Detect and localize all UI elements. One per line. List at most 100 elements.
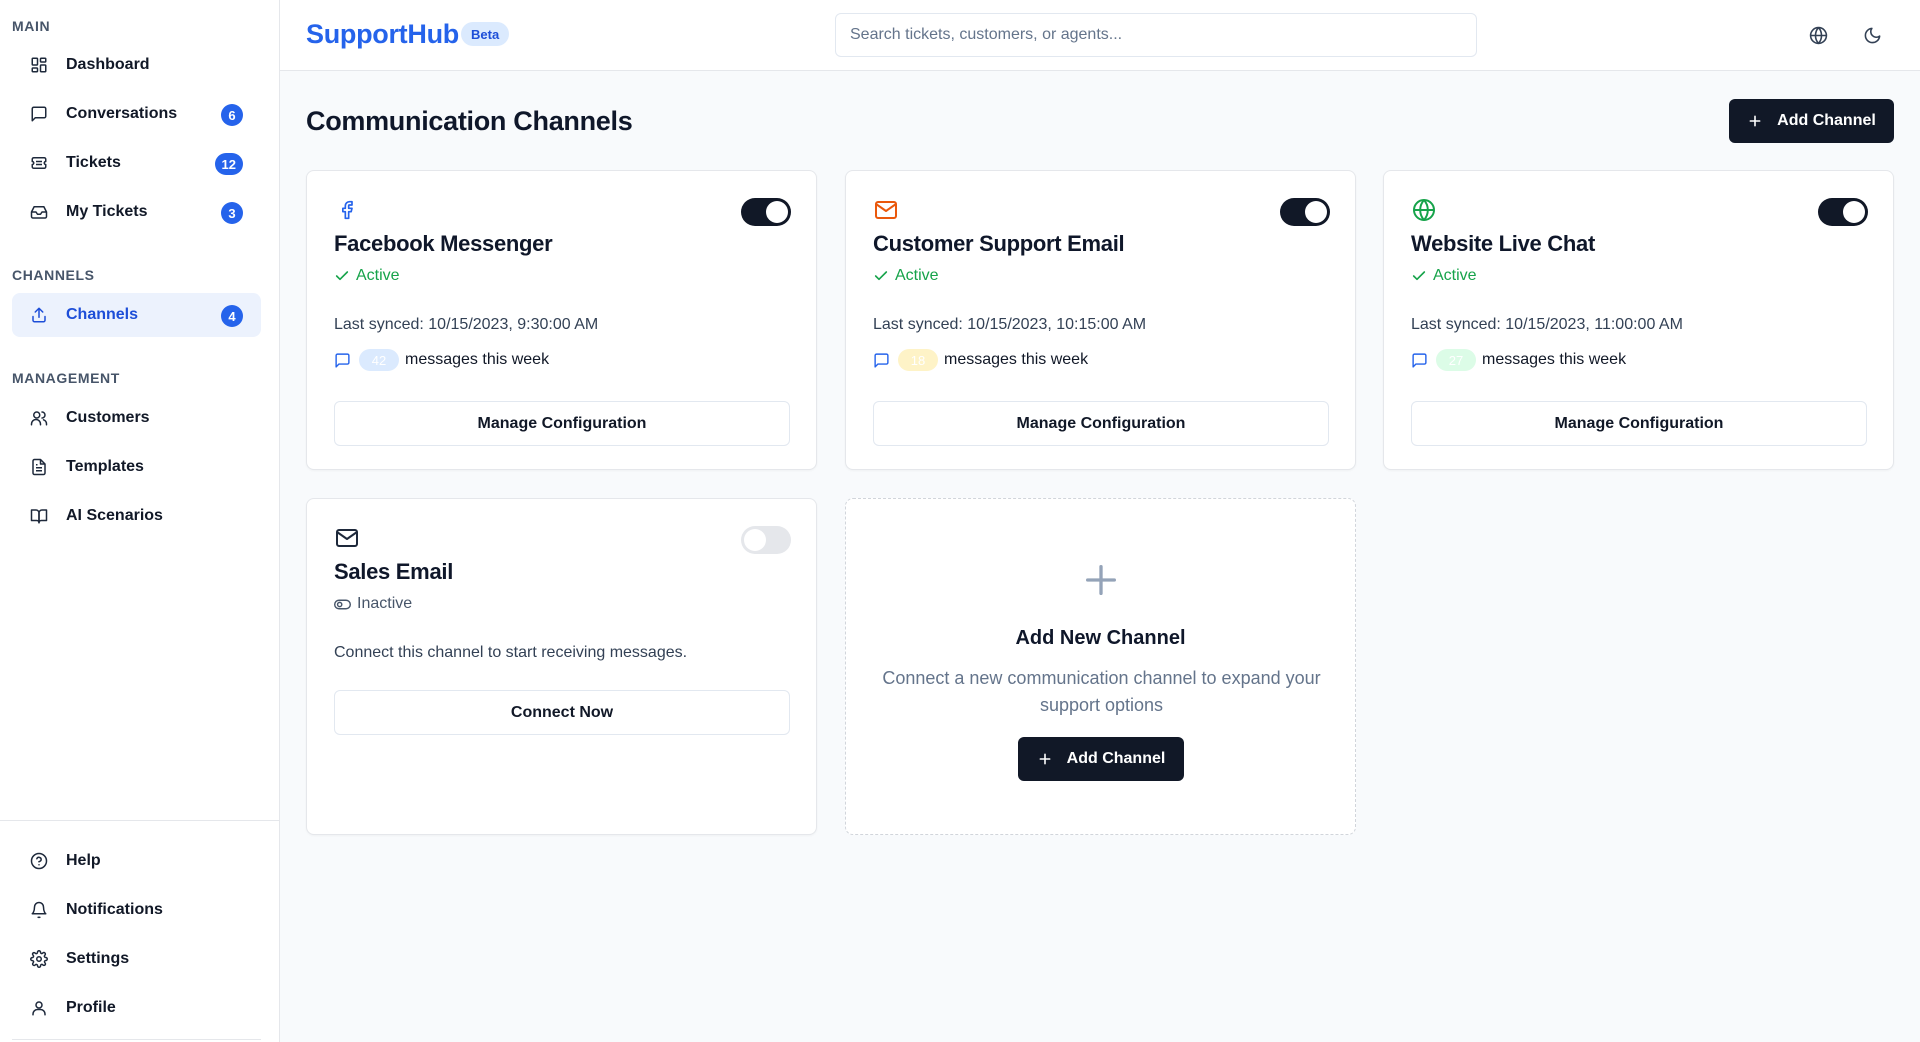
- sidebar-item-label: Settings: [66, 950, 130, 967]
- channel-name: Sales Email: [334, 559, 453, 584]
- sidebar-item-label: My Tickets: [66, 203, 148, 220]
- connect-now-button[interactable]: Connect Now: [334, 690, 790, 735]
- messages-suffix: messages this week: [944, 351, 1089, 368]
- message-count: 42: [359, 349, 399, 371]
- count-badge: 12: [214, 153, 243, 175]
- chat-bubble-icon: [29, 104, 49, 124]
- last-synced: Last synced: 10/15/2023, 10:15:00 AM: [873, 316, 1147, 333]
- add-channel-button[interactable]: Add Channel: [1729, 99, 1894, 143]
- channel-toggle[interactable]: [1818, 198, 1868, 226]
- channel-toggle[interactable]: [1280, 198, 1330, 226]
- sidebar-item-ai-scenarios[interactable]: AI Scenarios: [12, 494, 261, 538]
- add-channel-label: Add Channel: [1066, 750, 1166, 767]
- book-open-icon: [29, 506, 49, 526]
- channel-card-website-live-chat: Website Live Chat Active Last synced: 10…: [1383, 170, 1894, 470]
- status-text: Active: [1433, 267, 1477, 284]
- top-header: SupportHub Beta: [280, 0, 1920, 71]
- sidebar-item-label: AI Scenarios: [66, 507, 163, 524]
- plus-icon: [1037, 751, 1053, 767]
- add-channel-label: Add Channel: [1777, 112, 1876, 129]
- count-badge: 4: [221, 305, 243, 327]
- main-content: Communication Channels Add Channel Faceb…: [280, 71, 1920, 1042]
- toggle-off-icon: [334, 596, 351, 613]
- channel-toggle[interactable]: [741, 526, 791, 554]
- plus-icon: [1079, 558, 1123, 602]
- section-label-management: MANAGEMENT: [12, 370, 120, 386]
- users-icon: [29, 408, 49, 428]
- messages-summary: 18 messages this week: [873, 349, 1088, 371]
- globe-icon[interactable]: [1805, 22, 1831, 48]
- add-channel-button[interactable]: Add Channel: [1018, 737, 1184, 781]
- message-icon: [334, 352, 351, 369]
- channel-name: Customer Support Email: [873, 231, 1125, 256]
- sidebar-item-profile[interactable]: Profile: [12, 986, 261, 1030]
- messages-summary: 27 messages this week: [1411, 349, 1626, 371]
- sidebar-item-notifications[interactable]: Notifications: [12, 888, 261, 932]
- sidebar-item-customers[interactable]: Customers: [12, 396, 261, 440]
- plus-icon: [1747, 113, 1763, 129]
- manage-configuration-button[interactable]: Manage Configuration: [873, 401, 1329, 446]
- sidebar-item-templates[interactable]: Templates: [12, 445, 261, 489]
- globe-icon: [1411, 197, 1437, 223]
- check-icon: [1411, 268, 1427, 284]
- toggle-knob: [1305, 201, 1327, 223]
- mail-icon: [334, 525, 360, 551]
- document-icon: [29, 457, 49, 477]
- sidebar-item-label: Conversations: [66, 105, 178, 122]
- toggle-knob: [766, 201, 788, 223]
- status-text: Active: [356, 267, 400, 284]
- channel-card-facebook-messenger: Facebook Messenger Active Last synced: 1…: [306, 170, 817, 470]
- status-badge: Active: [873, 267, 939, 285]
- dashboard-icon: [29, 55, 49, 75]
- manage-configuration-button[interactable]: Manage Configuration: [1411, 401, 1867, 446]
- status-badge: Active: [334, 267, 400, 285]
- channel-card-sales-email: Sales Email Inactive Connect this channe…: [306, 498, 817, 835]
- status-text: Inactive: [357, 595, 413, 612]
- channel-name: Facebook Messenger: [334, 231, 553, 256]
- user-icon: [29, 998, 49, 1018]
- section-label-channels: CHANNELS: [12, 267, 95, 283]
- sidebar-item-conversations[interactable]: Conversations 6: [12, 92, 261, 136]
- facebook-icon: [334, 197, 360, 223]
- check-icon: [334, 268, 350, 284]
- channel-toggle[interactable]: [741, 198, 791, 226]
- channel-name: Website Live Chat: [1411, 231, 1595, 256]
- status-text: Active: [895, 267, 939, 284]
- sidebar-item-label: Channels: [66, 306, 139, 323]
- last-synced: Last synced: 10/15/2023, 9:30:00 AM: [334, 316, 599, 333]
- sidebar-item-label: Tickets: [66, 154, 121, 171]
- channel-card-customer-support-email: Customer Support Email Active Last synce…: [845, 170, 1356, 470]
- moon-icon[interactable]: [1859, 22, 1885, 48]
- count-badge: 3: [221, 202, 243, 224]
- message-count: 18: [898, 349, 938, 371]
- gear-icon: [29, 949, 49, 969]
- sidebar-divider: [0, 820, 280, 821]
- sidebar: MAIN Dashboard Conversations 6 Tickets 1…: [0, 0, 280, 1042]
- search-input[interactable]: [835, 13, 1477, 57]
- sidebar-divider: [12, 1039, 261, 1040]
- ticket-icon: [29, 153, 49, 173]
- messages-suffix: messages this week: [1482, 351, 1627, 368]
- sidebar-item-help[interactable]: Help: [12, 839, 261, 883]
- help-circle-icon: [29, 851, 49, 871]
- message-icon: [1411, 352, 1428, 369]
- manage-configuration-button[interactable]: Manage Configuration: [334, 401, 790, 446]
- section-label-main: MAIN: [12, 18, 51, 34]
- sidebar-item-label: Profile: [66, 999, 116, 1016]
- add-new-channel-card[interactable]: Add New Channel Connect a new communicat…: [845, 498, 1356, 835]
- app-logo[interactable]: SupportHub: [306, 19, 459, 50]
- page-title: Communication Channels: [306, 106, 633, 136]
- sidebar-item-label: Dashboard: [66, 56, 150, 73]
- sidebar-item-label: Templates: [66, 458, 144, 475]
- sidebar-item-settings[interactable]: Settings: [12, 937, 261, 981]
- sidebar-item-tickets[interactable]: Tickets 12: [12, 141, 261, 185]
- add-new-channel-title: Add New Channel: [1015, 627, 1186, 649]
- message-count: 27: [1436, 349, 1476, 371]
- messages-summary: 42 messages this week: [334, 349, 549, 371]
- last-synced: Last synced: 10/15/2023, 11:00:00 AM: [1411, 316, 1683, 333]
- add-new-channel-description: Connect a new communication channel to e…: [882, 668, 1321, 715]
- channel-description: Connect this channel to start receiving …: [334, 644, 688, 661]
- sidebar-item-dashboard[interactable]: Dashboard: [12, 43, 261, 87]
- sidebar-item-channels[interactable]: Channels 4: [12, 293, 261, 337]
- sidebar-item-my-tickets[interactable]: My Tickets 3: [12, 190, 261, 234]
